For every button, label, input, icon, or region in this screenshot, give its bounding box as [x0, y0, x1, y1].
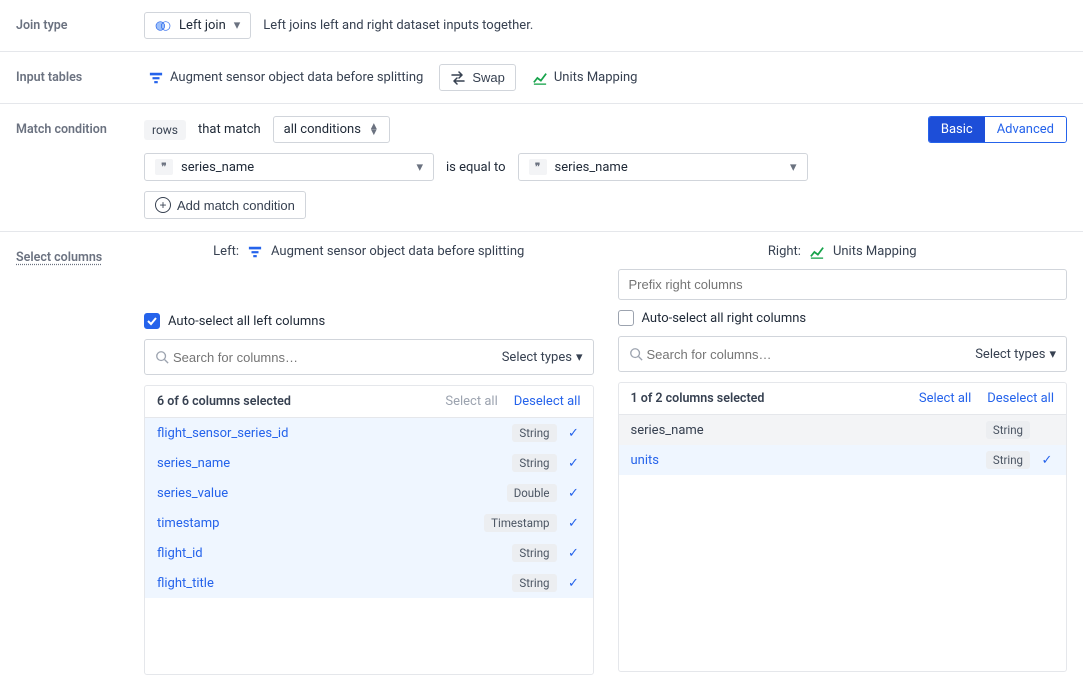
input-tables-label: Input tables [16, 64, 144, 85]
column-item[interactable]: series_name String [619, 415, 1067, 445]
column-type-badge: String [512, 574, 556, 592]
column-name[interactable]: timestamp [157, 516, 474, 531]
match-scope-select[interactable]: all conditions ▲▼ [273, 116, 390, 143]
left-search-input[interactable] [169, 344, 502, 371]
right-table-name: Units Mapping [554, 70, 638, 85]
left-join-icon [155, 19, 171, 33]
search-icon [629, 347, 643, 361]
column-type-badge: String [512, 544, 556, 562]
match-left-value: series_name [181, 160, 254, 175]
caret-down-icon: ▾ [416, 160, 423, 175]
column-name[interactable]: series_value [157, 486, 497, 501]
match-right-value: series_name [555, 160, 628, 175]
search-icon [155, 350, 169, 364]
swap-button[interactable]: Swap [439, 64, 516, 91]
column-item[interactable]: flight_id String ✓ [145, 538, 593, 568]
right-select-all[interactable]: Select all [919, 391, 971, 406]
check-icon: ✓ [567, 576, 581, 591]
string-type-icon: ❞ [529, 159, 547, 175]
left-select-types[interactable]: Select types ▾ [502, 350, 583, 365]
auto-select-left-checkbox[interactable] [144, 313, 160, 329]
column-item[interactable]: series_name String ✓ [145, 448, 593, 478]
join-type-label: Join type [16, 12, 144, 33]
check-icon: ✓ [567, 546, 581, 561]
check-icon [147, 316, 157, 326]
rows-chip: rows [144, 120, 186, 140]
left-search[interactable]: Select types ▾ [144, 339, 594, 375]
right-deselect-all[interactable]: Deselect all [987, 391, 1054, 406]
check-icon: ✓ [567, 426, 581, 441]
mode-advanced[interactable]: Advanced [985, 117, 1066, 142]
left-deselect-all[interactable]: Deselect all [514, 394, 581, 409]
match-operator-text: is equal to [446, 160, 506, 175]
column-name[interactable]: flight_sensor_series_id [157, 426, 502, 441]
right-search[interactable]: Select types ▾ [618, 336, 1068, 372]
column-type-badge: String [986, 421, 1030, 439]
check-icon: ✓ [567, 516, 581, 531]
left-columns-list: flight_sensor_series_idString✓series_nam… [145, 418, 593, 674]
check-icon: ✓ [1040, 453, 1054, 468]
match-scope-value: all conditions [284, 122, 361, 137]
column-item[interactable]: timestamp Timestamp ✓ [145, 508, 593, 538]
mode-basic[interactable]: Basic [929, 117, 985, 142]
chart-icon [532, 71, 548, 85]
column-name[interactable]: series_name [631, 423, 976, 438]
auto-select-left-label: Auto-select all left columns [168, 314, 325, 329]
transform-icon [148, 71, 164, 85]
column-name[interactable]: series_name [157, 456, 502, 471]
sort-icon: ▲▼ [369, 124, 379, 136]
column-item[interactable]: series_value Double ✓ [145, 478, 593, 508]
left-header: Left: Augment sensor object data before … [144, 244, 594, 259]
add-match-label: Add match condition [177, 198, 295, 213]
right-header: Right: Units Mapping [618, 244, 1068, 259]
column-item[interactable]: flight_sensor_series_id String ✓ [145, 418, 593, 448]
right-table-chip[interactable]: Units Mapping [528, 65, 642, 90]
left-table-chip[interactable]: Augment sensor object data before splitt… [144, 65, 427, 90]
column-type-badge: String [512, 454, 556, 472]
prefix-right-input[interactable] [618, 269, 1068, 300]
auto-select-right-checkbox[interactable] [618, 310, 634, 326]
join-type-select[interactable]: Left join ▾ [144, 12, 251, 39]
right-count: 1 of 2 columns selected [631, 391, 765, 406]
check-icon: ✓ [567, 456, 581, 471]
join-type-value: Left join [179, 18, 226, 33]
add-match-condition-button[interactable]: + Add match condition [144, 191, 306, 219]
swap-label: Swap [472, 70, 505, 85]
transform-icon [247, 245, 263, 259]
column-name[interactable]: flight_id [157, 546, 502, 561]
plus-circle-icon: + [155, 197, 171, 213]
auto-select-right-label: Auto-select all right columns [642, 311, 807, 326]
check-icon: ✓ [567, 486, 581, 501]
left-count: 6 of 6 columns selected [157, 394, 291, 409]
column-name[interactable]: flight_title [157, 576, 502, 591]
caret-down-icon: ▾ [234, 18, 241, 33]
match-left-field[interactable]: ❞ series_name ▾ [144, 153, 434, 181]
swap-icon [450, 71, 466, 85]
column-item[interactable]: flight_title String ✓ [145, 568, 593, 598]
caret-down-icon: ▾ [790, 160, 797, 175]
column-type-badge: Timestamp [484, 514, 556, 532]
right-search-input[interactable] [643, 341, 976, 368]
column-name[interactable]: units [631, 453, 976, 468]
chart-icon [809, 245, 825, 259]
mode-toggle: Basic Advanced [928, 116, 1067, 143]
column-type-badge: Double [507, 484, 557, 502]
string-type-icon: ❞ [155, 159, 173, 175]
column-item[interactable]: units String ✓ [619, 445, 1067, 475]
caret-down-icon: ▾ [576, 350, 583, 365]
match-right-field[interactable]: ❞ series_name ▾ [518, 153, 808, 181]
caret-down-icon: ▾ [1049, 347, 1056, 362]
join-type-description: Left joins left and right dataset inputs… [263, 18, 533, 33]
right-columns-list: series_name String units String ✓ [619, 415, 1067, 671]
right-select-types[interactable]: Select types ▾ [975, 347, 1056, 362]
select-columns-label: Select columns [16, 244, 144, 265]
column-type-badge: String [512, 424, 556, 442]
left-table-name: Augment sensor object data before splitt… [170, 70, 423, 85]
column-type-badge: String [986, 451, 1030, 469]
match-condition-label: Match condition [16, 116, 144, 137]
left-select-all: Select all [445, 394, 497, 409]
that-match-text: that match [198, 122, 261, 137]
